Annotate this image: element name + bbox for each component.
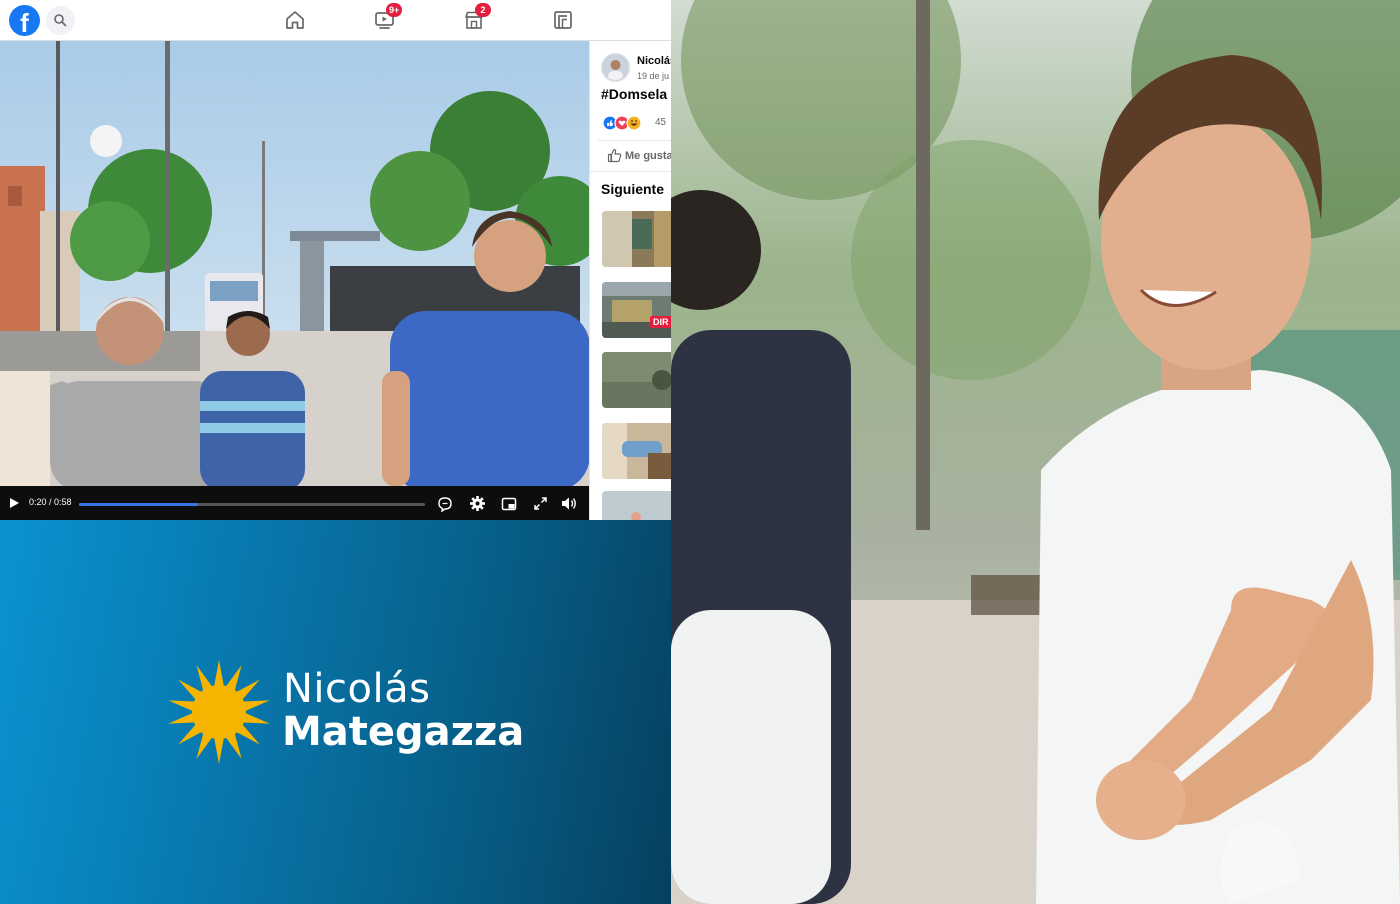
gaming-tab[interactable] (550, 7, 576, 33)
search-button[interactable] (46, 6, 75, 35)
marketplace-badge: 2 (475, 3, 491, 17)
video-time: 0:20 / 0:58 (29, 497, 72, 507)
picture-in-picture-icon[interactable] (501, 496, 517, 512)
time-separator: / (46, 497, 55, 507)
video-frame[interactable] (0, 41, 589, 486)
duration: 0:58 (54, 497, 72, 507)
watch-tab[interactable]: 9+ (372, 3, 403, 33)
progress-bar[interactable] (79, 503, 425, 506)
settings-gear-icon[interactable] (469, 495, 486, 512)
gaming-icon (554, 11, 572, 29)
like-icon[interactable] (607, 148, 622, 163)
author-avatar[interactable] (601, 53, 630, 82)
video-controls: 0:20 / 0:58 (0, 486, 589, 520)
reaction-icons[interactable] (602, 115, 646, 131)
divider (590, 171, 671, 172)
reaction-count[interactable]: 45 (655, 117, 666, 128)
up-next-thumbnail-4[interactable] (602, 423, 671, 479)
watch-badge: 9+ (386, 3, 403, 17)
post-date[interactable]: 19 de ju (637, 71, 669, 81)
play-icon[interactable] (8, 497, 20, 509)
post-side-panel: Nicolás 19 de ju #Domsela 45 Me gusta Si… (589, 41, 671, 520)
up-next-thumbnail-2[interactable]: DIR (602, 282, 671, 338)
sun-logo-icon (168, 660, 270, 764)
up-next-heading: Siguiente (601, 181, 665, 197)
up-next-thumbnail-1[interactable] (602, 211, 671, 267)
current-time: 0:20 (29, 497, 47, 507)
brand-first-name: Nicolás (283, 666, 431, 712)
thumbnail-image (602, 282, 671, 338)
divider (598, 140, 671, 141)
fullscreen-icon[interactable] (533, 496, 548, 511)
post-author[interactable]: Nicolás (637, 55, 671, 67)
progress-fill (79, 503, 199, 506)
up-next-thumbnail-5[interactable] (602, 491, 671, 520)
search-icon (54, 14, 67, 27)
facebook-top-bar: f 9+ 2 (0, 0, 671, 41)
live-badge: DIR (650, 316, 671, 328)
candidate-photo (671, 0, 1400, 904)
like-button[interactable]: Me gusta (625, 150, 671, 162)
brand-panel: Nicolás Mategazza (0, 520, 671, 904)
video-player[interactable]: 0:20 / 0:58 (0, 41, 589, 520)
facebook-logo[interactable]: f (9, 5, 40, 36)
home-icon (286, 11, 304, 29)
home-tab[interactable] (282, 7, 308, 33)
up-next-thumbnail-3[interactable] (602, 352, 671, 408)
post-hashtag[interactable]: #Domsela (601, 86, 667, 102)
facebook-window: f 9+ 2 0:20 / 0:58 Nicolá 19 de ju #Doms… (0, 0, 671, 520)
captions-icon[interactable] (437, 496, 453, 512)
volume-icon[interactable] (561, 496, 578, 511)
brand-last-name: Mategazza (282, 709, 525, 755)
marketplace-tab[interactable]: 2 (461, 3, 491, 33)
avatar-image (603, 55, 628, 80)
